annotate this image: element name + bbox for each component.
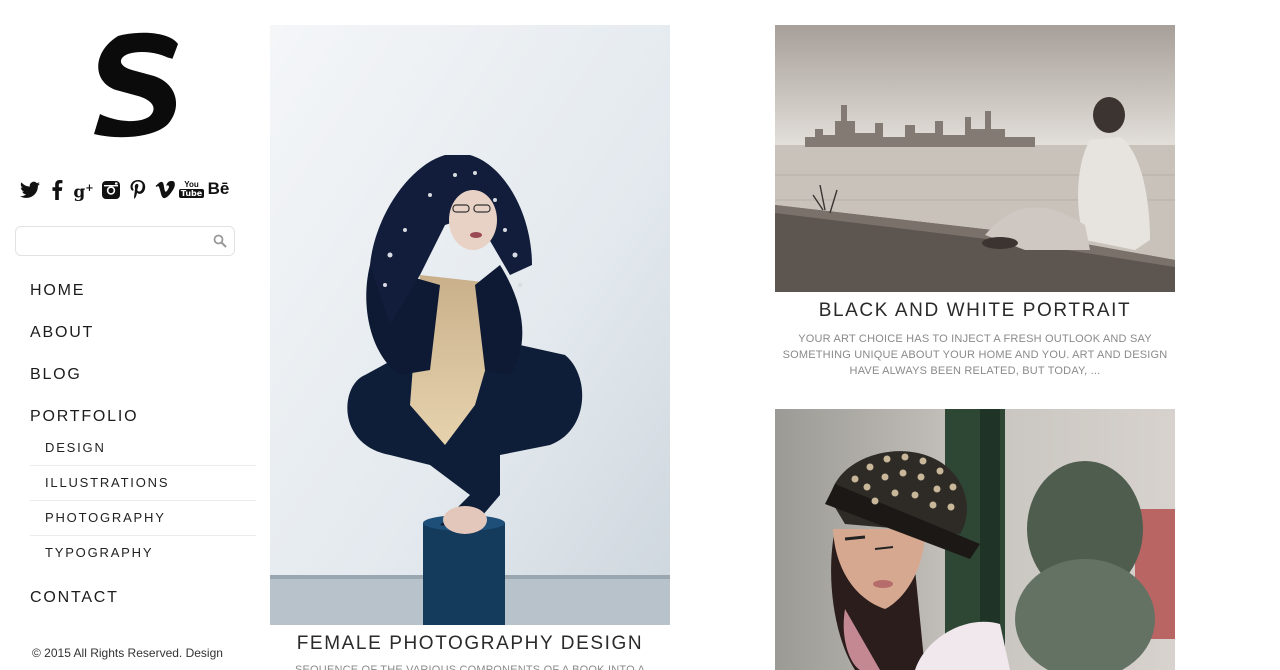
- post-image-black-and-white-portrait[interactable]: [775, 25, 1175, 292]
- nav-sub-design[interactable]: DESIGN: [45, 440, 106, 455]
- nav-sub-illustrations[interactable]: ILLUSTRATIONS: [45, 475, 169, 490]
- pinterest-icon[interactable]: [124, 177, 151, 201]
- google-plus-icon[interactable]: g+: [70, 177, 97, 203]
- nav-contact[interactable]: CONTACT: [30, 589, 119, 607]
- post-excerpt: SEQUENCE OF THE VARIOUS COMPONENTS OF A …: [294, 664, 646, 670]
- nav-sub-item: DESIGN: [30, 431, 256, 466]
- youtube-icon[interactable]: You Tube: [178, 177, 205, 201]
- twitter-icon[interactable]: [16, 177, 43, 201]
- sidebar: g+ You Tube Bē HOME ABOUT BLOG PORTFOLIO …: [0, 0, 260, 670]
- s-logo-icon[interactable]: [88, 30, 182, 140]
- nav-home[interactable]: HOME: [30, 282, 85, 300]
- post-excerpt: YOUR ART CHOICE HAS TO INJECT A FRESH OU…: [782, 333, 1168, 377]
- footer-copyright: © 2015 All Rights Reserved. Design: [32, 646, 223, 660]
- behance-icon[interactable]: Bē: [205, 177, 232, 201]
- photo-man-by-water: [775, 25, 1175, 292]
- social-links: g+ You Tube Bē: [16, 177, 232, 203]
- nav-sub-photography[interactable]: PHOTOGRAPHY: [45, 510, 166, 525]
- vimeo-icon[interactable]: [151, 177, 178, 201]
- nav-portfolio[interactable]: PORTFOLIO: [30, 408, 138, 426]
- nav-sub-item: PHOTOGRAPHY: [30, 501, 256, 536]
- nav-sub-item: TYPOGRAPHY: [30, 536, 256, 571]
- photo-girl-spiked-cap: [775, 409, 1175, 670]
- post-title[interactable]: BLACK AND WHITE PORTRAIT: [775, 300, 1175, 322]
- post-image-female-photography[interactable]: [270, 25, 670, 625]
- facebook-icon[interactable]: [43, 177, 70, 201]
- photo-woman-crouching: [270, 25, 670, 625]
- nav-sub-typography[interactable]: TYPOGRAPHY: [45, 545, 153, 560]
- nav-about[interactable]: ABOUT: [30, 324, 94, 342]
- nav-sub-item: ILLUSTRATIONS: [30, 466, 256, 501]
- post-image-spiked-cap-portrait[interactable]: [775, 409, 1175, 670]
- nav-blog[interactable]: BLOG: [30, 366, 82, 384]
- post-title[interactable]: FEMALE PHOTOGRAPHY DESIGN: [270, 633, 670, 655]
- search-box: [15, 226, 235, 256]
- search-icon[interactable]: [213, 234, 227, 248]
- search-input[interactable]: [16, 227, 206, 255]
- instagram-icon[interactable]: [97, 177, 124, 201]
